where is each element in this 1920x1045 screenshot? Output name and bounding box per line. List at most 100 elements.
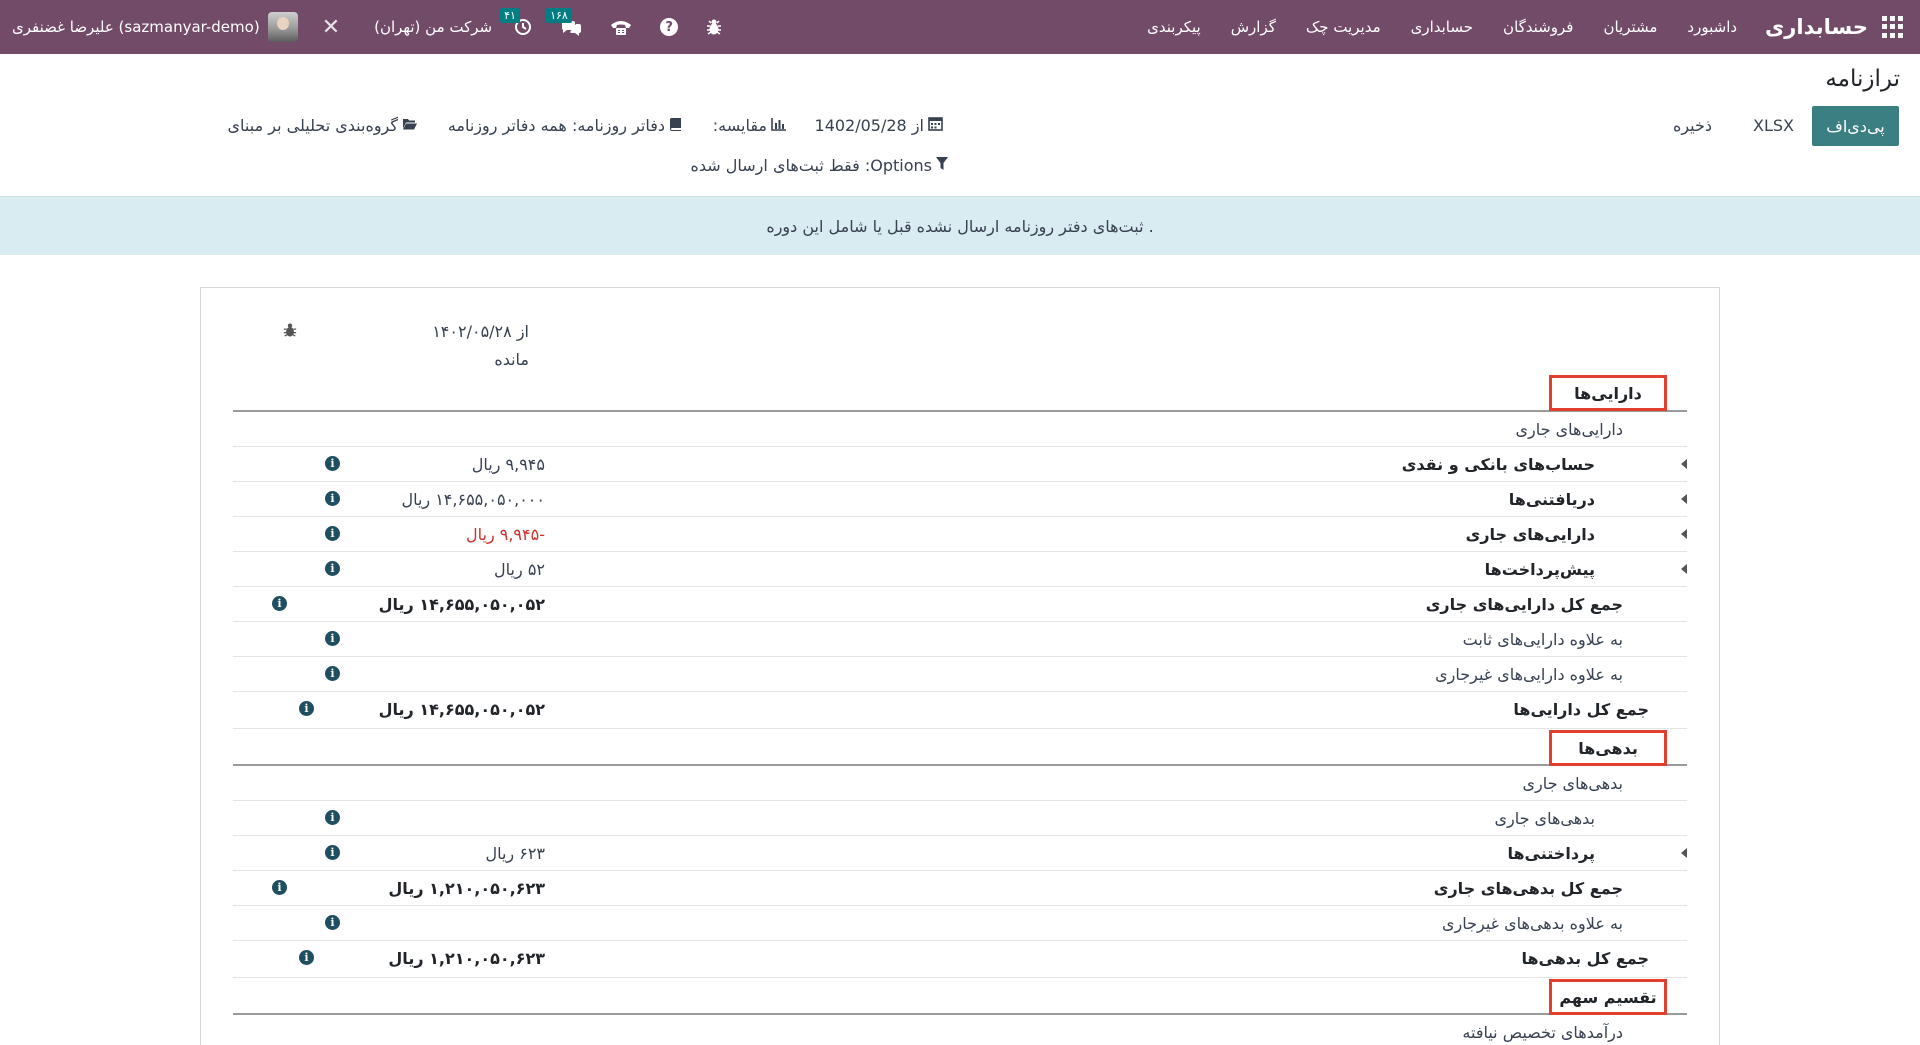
report-row[interactable]: حساب‌های بانکی و نقدی ۹,۹۴۵ ریال i [233,447,1687,482]
expand-caret-icon[interactable] [1681,564,1687,574]
expand-caret-icon[interactable] [1681,494,1687,504]
total-assets-label: جمع کل دارایی‌ها [1513,700,1649,719]
date-filter-label: از 1402/05/28 [814,116,924,135]
bank-cash-label[interactable]: حساب‌های بانکی و نقدی [1402,455,1595,474]
report-row[interactable]: دارایی‌های جاری -۹,۹۴۵ ریال i [233,517,1687,552]
clock-icon[interactable]: ۴۱ [500,8,532,36]
total-current-assets-label: جمع کل دارایی‌های جاری [1425,595,1623,614]
calendar-icon [928,116,943,135]
expand-caret-icon[interactable] [1681,529,1687,539]
info-icon[interactable]: i [299,950,314,965]
info-icon[interactable]: i [299,701,314,716]
journals-filter-label: دفاتر روزنامه: همه دفاتر روزنامه [447,116,665,135]
compare-filter[interactable]: مقایسه: [713,116,787,135]
payables-amount[interactable]: ۶۲۳ ریال [485,844,545,863]
section-equity: تقسیم سهم [233,977,1687,1015]
info-icon[interactable]: i [272,880,287,895]
options-filter[interactable]: Options: فقط ثبت‌های ارسال شده [691,156,948,175]
report-row[interactable]: پرداختنی‌ها ۶۲۳ ریال i [233,836,1687,871]
apps-icon[interactable] [1882,16,1904,38]
report-row: جمع کل دارایی‌ها ۱۴,۶۵۵,۰۵۰,۰۵۲ ریال i [233,692,1687,727]
bar-chart-icon [771,117,787,135]
unposted-entries-alert: . ثبت‌های دفتر روزنامه ارسال نشده قبل یا… [0,196,1920,255]
menu-accounting[interactable]: حسابداری [1411,18,1473,36]
current-assets-header: دارایی‌های جاری [1515,420,1623,439]
app-brand[interactable]: حسابداری [1765,15,1868,39]
alert-text: . ثبت‌های دفتر روزنامه ارسال نشده قبل یا… [766,216,1154,236]
total-assets-amount: ۱۴,۶۵۵,۰۵۰,۰۵۲ ریال [378,700,545,719]
report-row: به علاوه دارایی‌های غیرجاری i [233,657,1687,692]
info-icon[interactable]: i [325,666,340,681]
plus-noncurrent-liabilities-label: به علاوه بدهی‌های غیرجاری [1442,914,1623,933]
info-icon[interactable]: i [325,845,340,860]
prepayments-amount[interactable]: ۵۲ ریال [494,560,545,579]
report-row[interactable]: دریافتنی‌ها ۱۴,۶۵۵,۰۵۰,۰۰۰ ریال i [233,482,1687,517]
info-icon[interactable]: i [325,491,340,506]
equity-title[interactable]: تقسیم سهم [1549,979,1667,1015]
total-current-liabilities-amount: ۱,۲۱۰,۰۵۰,۶۲۳ ریال [388,879,545,898]
analytic-groupby-filter[interactable]: گروه‌بندی تحلیلی بر مبنای [228,116,418,135]
report-row: درآمدهای تخصیص نیافته [233,1015,1687,1045]
info-icon[interactable]: i [325,631,340,646]
receivables-amount[interactable]: ۱۴,۶۵۵,۰۵۰,۰۰۰ ریال [401,490,545,509]
current-liabilities-header: بدهی‌های جاری [1522,774,1623,793]
company-switcher[interactable]: شرکت من (تهران) [374,18,492,36]
compare-filter-label: مقایسه: [712,116,767,135]
payables-label[interactable]: پرداختنی‌ها [1507,844,1595,863]
debug-bug-icon[interactable] [283,322,297,342]
pdf-button[interactable]: پی‌دی‌اف [1812,106,1899,146]
menu-reporting[interactable]: گزارش [1231,18,1276,36]
bank-cash-amount[interactable]: ۹,۹۴۵ ریال [472,455,545,474]
report-row[interactable]: پیش‌پرداخت‌ها ۵۲ ریال i [233,552,1687,587]
report-row: جمع کل بدهی‌های جاری ۱,۲۱۰,۰۵۰,۶۲۳ ریال … [233,871,1687,906]
menu-dashboard[interactable]: داشبورد [1687,18,1737,36]
menu-configuration[interactable]: پیکربندی [1147,18,1201,36]
save-button[interactable]: ذخیره [1673,116,1712,135]
navbar-right: حسابداری داشبورد مشتریان فروشندگان حسابد… [1117,0,1920,54]
help-icon[interactable]: ? [660,18,679,36]
message-count-badge: ۱۶۸ [546,8,572,23]
tools-icon[interactable]: ✕ [322,15,340,40]
assets-title[interactable]: دارایی‌ها [1549,375,1667,411]
column-balance-header: مانده [494,350,529,369]
xlsx-button[interactable]: XLSX [1753,116,1794,135]
report-row: بدهی‌های جاری i [233,801,1687,836]
avatar[interactable] [267,12,298,42]
control-panel: ترازنامه پی‌دی‌اف XLSX ذخیره از 1402/05/… [0,54,1920,196]
expand-caret-icon[interactable] [1681,459,1687,469]
funnel-icon [936,157,948,174]
info-icon[interactable]: i [325,456,340,471]
menu-check-management[interactable]: مدیریت چک [1306,18,1381,36]
expand-caret-icon[interactable] [1681,848,1687,858]
prepayments-label[interactable]: پیش‌پرداخت‌ها [1485,560,1595,579]
info-icon[interactable]: i [325,810,340,825]
journals-filter[interactable]: دفاتر روزنامه: همه دفاتر روزنامه [448,116,682,135]
report-row: دارایی‌های جاری [233,412,1687,447]
bug-icon[interactable] [706,18,722,36]
info-icon[interactable]: i [325,915,340,930]
phone-icon[interactable] [610,18,632,36]
total-current-assets-amount: ۱۴,۶۵۵,۰۵۰,۰۵۲ ریال [378,595,545,614]
section-assets: دارایی‌ها [233,374,1687,412]
navbar-left: علیرضا غضنفری (sazmanyar-demo) ✕ شرکت من… [12,0,750,54]
current-assets-amount[interactable]: -۹,۹۴۵ ریال [466,525,545,544]
user-name[interactable]: علیرضا غضنفری (sazmanyar-demo) [12,18,260,36]
book-icon [669,117,682,135]
info-icon[interactable]: i [325,561,340,576]
total-liabilities-amount: ۱,۲۱۰,۰۵۰,۶۲۳ ریال [388,949,545,968]
section-liabilities: بدهی‌ها [233,728,1687,766]
menu-customers[interactable]: مشتریان [1603,18,1657,36]
info-icon[interactable]: i [272,596,287,611]
liabilities-title[interactable]: بدهی‌ها [1549,730,1667,766]
receivables-label[interactable]: دریافتنی‌ها [1509,490,1595,509]
current-assets-label[interactable]: دارایی‌های جاری [1466,525,1595,544]
total-current-liabilities-label: جمع کل بدهی‌های جاری [1433,879,1623,898]
chat-icon[interactable]: ۱۶۸ [546,8,582,36]
unallocated-earnings-label: درآمدهای تخصیص نیافته [1462,1023,1623,1042]
menu-vendors[interactable]: فروشندگان [1503,18,1573,36]
date-filter[interactable]: از 1402/05/28 [815,116,943,135]
activity-count-badge: ۴۱ [500,8,520,23]
info-icon[interactable]: i [325,526,340,541]
plus-noncurrent-assets-label: به علاوه دارایی‌های غیرجاری [1435,665,1623,684]
total-liabilities-label: جمع کل بدهی‌ها [1521,949,1649,968]
